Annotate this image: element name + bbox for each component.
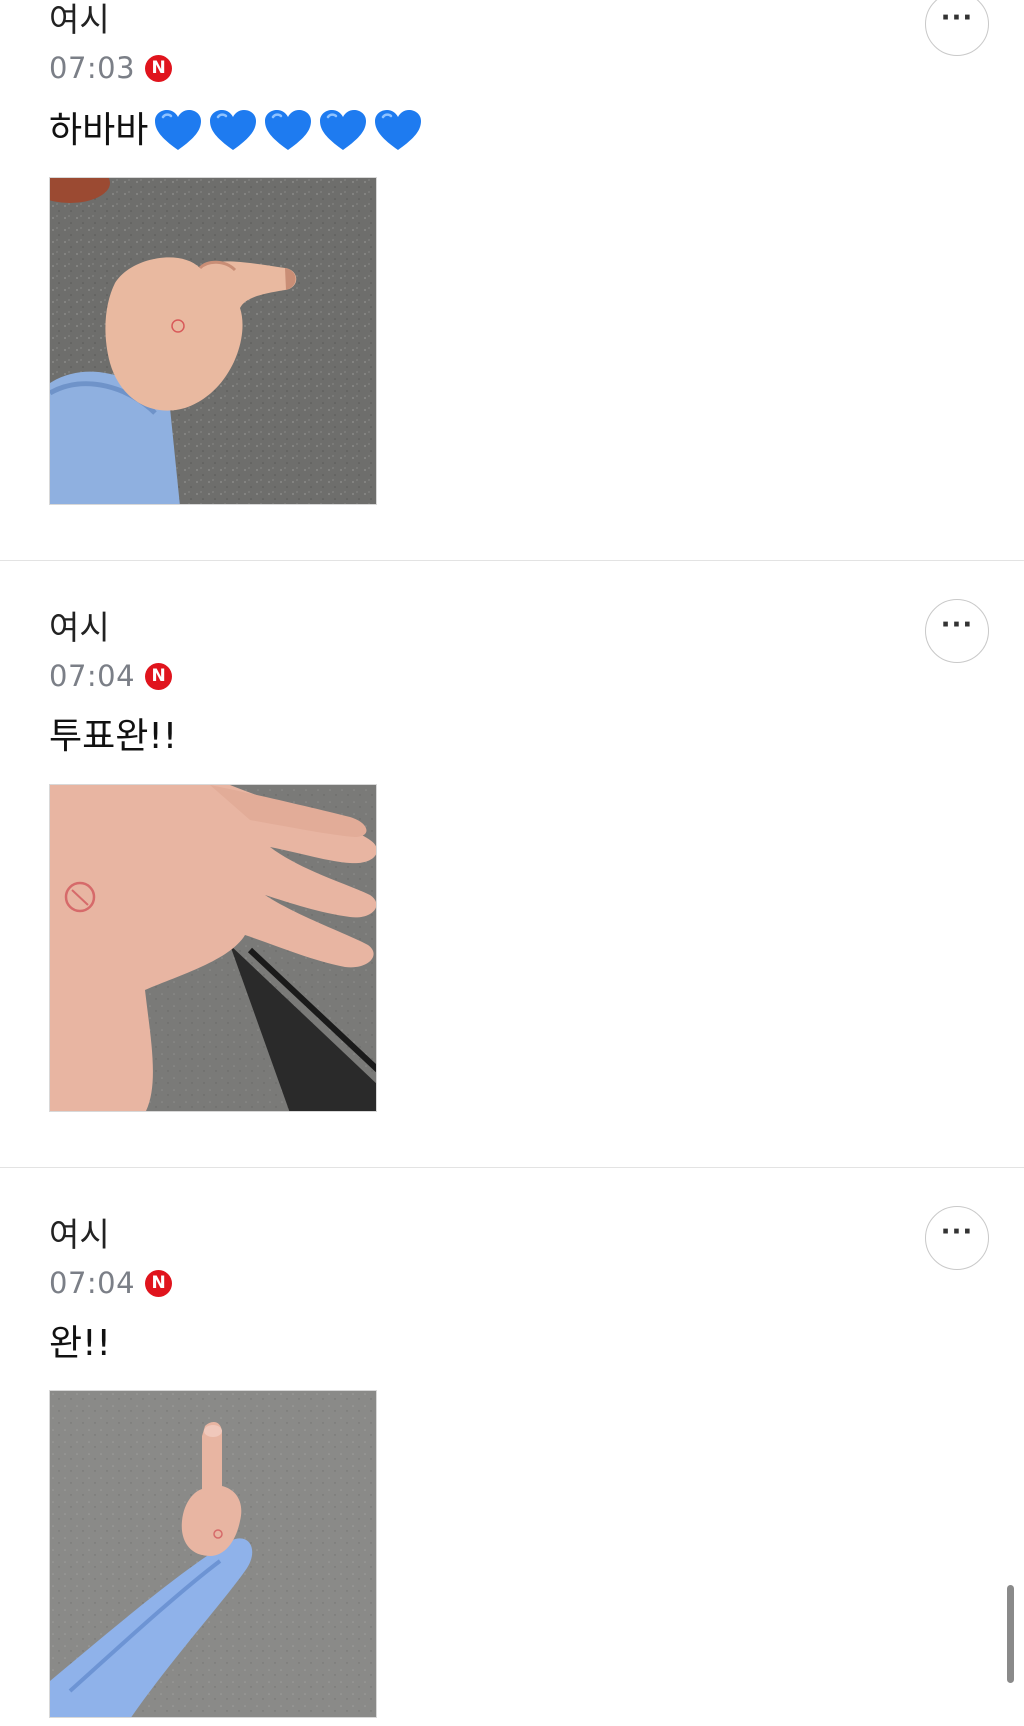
post-time: 07:03 <box>49 51 136 85</box>
post-meta: 07:04 N <box>49 1263 173 1303</box>
post-meta: 07:03 N <box>49 48 173 88</box>
post-text: 하바바 <box>49 108 423 154</box>
blue-heart-icon <box>210 110 257 150</box>
post-author[interactable]: 여시 <box>49 608 110 648</box>
photo-hand-finger <box>50 1391 376 1717</box>
blue-heart-icon <box>320 110 367 150</box>
post-time: 07:04 <box>49 1266 136 1300</box>
new-badge-icon: N <box>145 662 173 690</box>
blue-heart-icon <box>155 110 202 150</box>
post-text-content: 완!! <box>49 1323 111 1364</box>
post-divider <box>0 560 1024 561</box>
more-horizontal-icon: ··· <box>940 3 974 33</box>
post-author[interactable]: 여시 <box>49 0 110 40</box>
post-divider <box>0 1167 1024 1168</box>
post-photo[interactable] <box>49 1390 377 1718</box>
more-options-button[interactable]: ··· <box>925 0 989 56</box>
new-badge-icon: N <box>145 54 173 82</box>
post-meta: 07:04 N <box>49 656 173 696</box>
post-photo[interactable] <box>49 177 377 505</box>
blue-heart-icon <box>375 110 422 150</box>
more-horizontal-icon: ··· <box>940 610 974 640</box>
post-text-content: 하바바 <box>49 110 149 151</box>
post-photo[interactable] <box>49 784 377 1112</box>
blue-heart-icon <box>265 110 312 150</box>
photo-hand-thumbs-up <box>50 178 376 504</box>
post-time: 07:04 <box>49 659 136 693</box>
more-options-button[interactable]: ··· <box>925 599 989 663</box>
more-horizontal-icon: ··· <box>940 1217 974 1247</box>
post-author[interactable]: 여시 <box>49 1215 110 1255</box>
post-text: 완!! <box>49 1321 111 1367</box>
scrollbar-thumb[interactable] <box>1007 1585 1014 1683</box>
post-text-content: 투표완!! <box>49 716 178 757</box>
post-text: 투표완!! <box>49 714 177 760</box>
more-options-button[interactable]: ··· <box>925 1206 989 1270</box>
photo-hand-spread <box>50 785 376 1111</box>
new-badge-icon: N <box>145 1269 173 1297</box>
